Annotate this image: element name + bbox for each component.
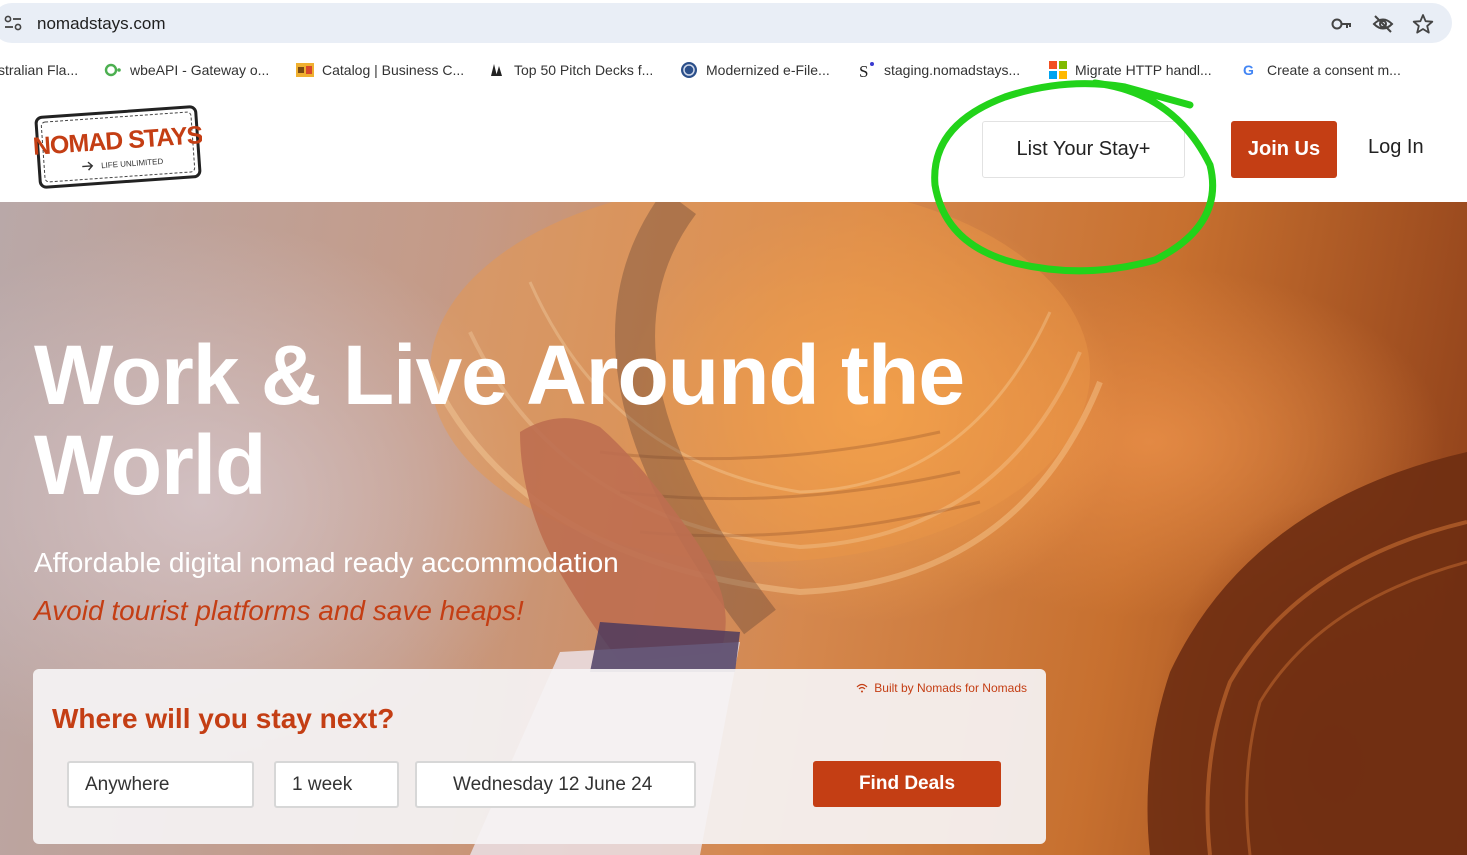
bookmark-consent[interactable]: G Create a consent m... [1241,60,1401,80]
site-header: NOMAD STAYS LIFE UNLIMITED List Your Sta… [0,92,1467,202]
hero-title-line-1: Work & Live Around the [34,328,965,422]
hero-title-line-2: World [34,418,266,512]
find-deals-button[interactable]: Find Deals [813,761,1001,807]
hero-tagline: Avoid tourist platforms and save heaps! [34,595,524,626]
catalog-icon [296,63,314,77]
bookmark-wbeapi[interactable]: wbeAPI - Gateway o... [104,60,269,80]
efile-icon [681,62,697,78]
built-by-text: Built by Nomads for Nomads [874,681,1027,695]
search-title: Where will you stay next? [52,703,395,734]
bookmarks-bar: stralian Fla... wbeAPI - Gateway o... Ca… [0,48,1467,92]
bookmark-label: Create a consent m... [1267,62,1401,78]
duration-input[interactable] [274,761,399,808]
join-us-button[interactable]: Join Us [1231,121,1337,178]
bookmark-label: Modernized e-File... [706,62,830,78]
date-input[interactable] [415,761,696,808]
svg-text:S: S [859,62,868,79]
address-bar[interactable]: nomadstays.com [0,3,1452,43]
bookmark-migrate-http[interactable]: Migrate HTTP handl... [1049,60,1212,80]
bookmark-label: Top 50 Pitch Decks f... [514,62,654,78]
log-in-link[interactable]: Log In [1368,136,1424,159]
microsoft-icon [1049,61,1067,79]
bookmark-label: stralian Fla... [0,62,79,78]
eye-off-icon[interactable] [1372,13,1394,35]
bookmark-catalog[interactable]: Catalog | Business C... [296,60,464,80]
url-text[interactable]: nomadstays.com [37,14,166,34]
hero-subtitle: Affordable digital nomad ready accommoda… [34,547,619,578]
location-input[interactable] [67,761,254,808]
search-panel: Built by Nomads for Nomads Where will yo… [33,669,1046,844]
bookmark-label: staging.nomadstays... [884,62,1021,78]
bookmark-label: Catalog | Business C... [322,62,465,78]
list-your-stay-button[interactable]: List Your Stay+ [982,121,1185,178]
google-icon: G [1243,62,1254,78]
bookmark-pitch-decks[interactable]: Top 50 Pitch Decks f... [488,60,653,80]
svg-text:G: G [1243,62,1254,78]
gateway-icon [104,63,121,77]
star-icon[interactable] [1412,13,1434,35]
browser-toolbar: nomadstays.com [0,0,1467,48]
hero-section: Work & Live Around the World Affordable … [0,202,1467,855]
pitch-deck-icon [491,64,502,76]
bookmark-australian-flag[interactable]: stralian Fla... [0,60,78,80]
key-icon[interactable] [1330,13,1352,35]
nomad-stays-logo[interactable]: NOMAD STAYS LIFE UNLIMITED [34,104,202,190]
bookmark-staging[interactable]: S staging.nomadstays... [858,60,1020,80]
site-info-icon[interactable] [4,15,22,31]
staging-icon: S [859,62,874,79]
bookmark-label: Migrate HTTP handl... [1075,62,1212,78]
bookmark-label: wbeAPI - Gateway o... [130,62,270,78]
bookmark-efile[interactable]: Modernized e-File... [680,60,830,80]
built-by-badge: Built by Nomads for Nomads [856,681,1027,695]
wifi-icon [856,683,868,693]
hero-title: Work & Live Around the World [34,330,1034,510]
